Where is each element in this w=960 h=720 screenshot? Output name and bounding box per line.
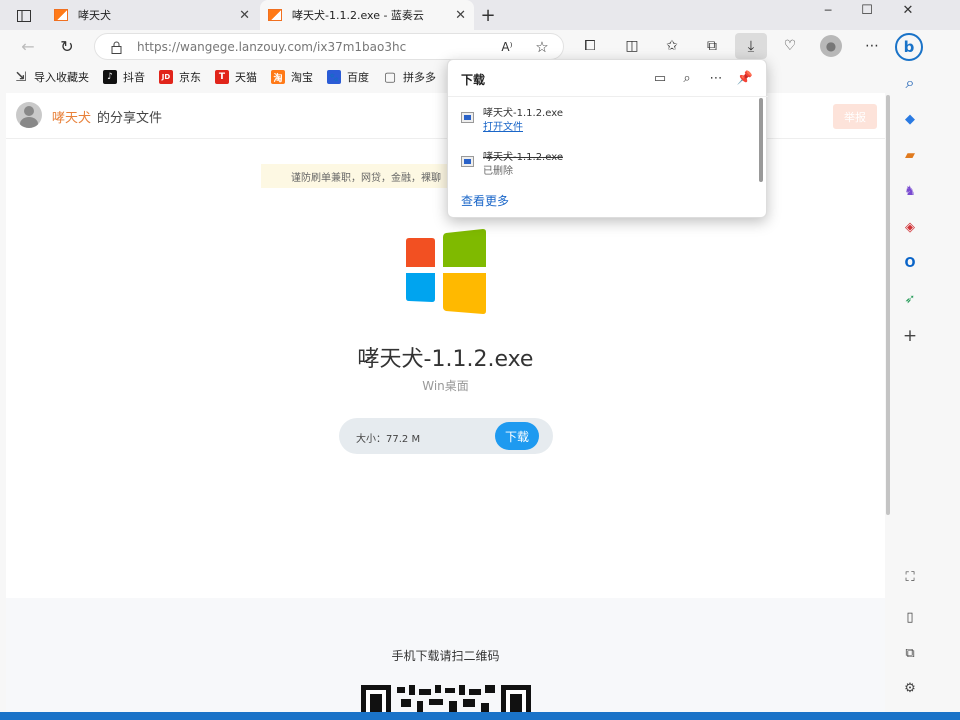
tools-icon[interactable]: ▰	[893, 143, 927, 167]
tab-title: 哮天犬	[78, 9, 111, 22]
search-downloads-icon[interactable]: ⌕	[677, 68, 697, 88]
qr-hint: 手机下载请扫二维码	[391, 649, 500, 663]
baidu-icon: 🐾	[327, 70, 341, 84]
document-icon: ▢	[383, 69, 397, 85]
browser-essentials-icon[interactable]: ♡	[780, 36, 800, 56]
download-item[interactable]: 哮天犬-1.1.2.exe 已删除	[461, 144, 751, 182]
tmall-icon: T	[215, 70, 229, 84]
minimize-icon[interactable]: ─	[818, 2, 838, 18]
favorite-star-icon[interactable]: ☆	[532, 38, 552, 56]
pin-icon[interactable]: 📌	[735, 68, 755, 88]
bookmark-tmall[interactable]: T 天猫	[215, 69, 257, 85]
bookmark-label: 天猫	[235, 71, 257, 84]
settings-icon[interactable]: ⚙	[893, 676, 927, 700]
add-icon[interactable]: +	[893, 324, 927, 348]
tab-2[interactable]: 哮天犬-1.1.2.exe - 蓝奏云 ✕	[260, 0, 474, 30]
extensions-icon[interactable]: ⧠	[580, 36, 600, 56]
taobao-icon: 淘	[271, 70, 285, 84]
qr-section: 手机下载请扫二维码	[6, 598, 885, 712]
exe-file-icon	[461, 156, 474, 167]
tab-bar: 哮天犬 ✕ 哮天犬-1.1.2.exe - 蓝奏云 ✕ + ─ ☐ ✕	[0, 0, 960, 30]
bookmark-taobao[interactable]: 淘淘宝	[271, 69, 313, 85]
screenshot-icon[interactable]: ⛶	[893, 565, 927, 589]
address-bar[interactable]: https://wangege.lanzouy.com/ix37m1bao3hc…	[94, 33, 564, 60]
downloads-panel: 下载 ▭ ⌕ ⋯ 📌 哮天犬-1.1.2.exe 打开文件 哮天犬-1.1.2.…	[447, 59, 768, 218]
shopping-tag-icon[interactable]: ◆	[893, 107, 927, 131]
file-size: 大小：77.2 M	[356, 434, 421, 445]
search-icon[interactable]: ⌕	[893, 71, 927, 95]
games-icon[interactable]: ♞	[893, 179, 927, 203]
import-icon: ⇲	[15, 69, 27, 85]
bookmark-import[interactable]: ⇲ 导入收藏夹	[14, 69, 89, 85]
bing-copilot-icon[interactable]: b	[895, 33, 923, 61]
report-button[interactable]: 举报	[833, 104, 877, 129]
download-file-name: 哮天犬-1.1.2.exe	[483, 108, 563, 119]
scrollbar-thumb[interactable]	[886, 95, 890, 515]
read-aloud-icon[interactable]: A⁾	[497, 38, 517, 56]
qr-code	[361, 685, 531, 712]
outlook-icon[interactable]: O	[893, 251, 927, 275]
download-bar: 大小：77.2 M 下载	[339, 418, 553, 454]
close-tab-icon[interactable]: ✕	[455, 8, 466, 23]
bookmark-label: 百度	[347, 71, 369, 84]
url-text[interactable]: https://wangege.lanzouy.com/ix37m1bao3hc	[137, 40, 406, 54]
file-name: 哮天犬-1.1.2.exe	[357, 347, 534, 372]
divider	[448, 96, 768, 97]
tab-actions-icon[interactable]	[14, 7, 34, 25]
open-folder-icon[interactable]: ▭	[650, 68, 670, 88]
deleted-status: 已删除	[483, 166, 513, 177]
favorites-icon[interactable]: ✩	[662, 36, 682, 56]
bookmark-label: 导入收藏夹	[34, 71, 89, 84]
douyin-icon: ♪	[103, 70, 117, 84]
download-item[interactable]: 哮天犬-1.1.2.exe 打开文件	[461, 100, 751, 138]
split-view-icon[interactable]: ▯	[893, 605, 927, 629]
tab-1[interactable]: 哮天犬 ✕	[46, 0, 258, 30]
back-icon[interactable]: ←	[18, 36, 38, 56]
bookmark-baidu[interactable]: 🐾 百度	[327, 69, 369, 85]
address-toolbar: ← ↻ https://wangege.lanzouy.com/ix37m1ba…	[0, 30, 960, 62]
lanzou-favicon-icon	[268, 9, 282, 21]
collections-icon[interactable]: ⧉	[702, 36, 722, 56]
owner-suffix: 的分享文件	[97, 111, 163, 126]
close-tab-icon[interactable]: ✕	[239, 8, 250, 23]
send-icon[interactable]: ➶	[893, 287, 927, 311]
page-scrollbar[interactable]	[885, 93, 893, 712]
close-window-icon[interactable]: ✕	[898, 2, 918, 18]
split-screen-icon[interactable]: ◫	[622, 36, 642, 56]
more-options-icon[interactable]: ⋯	[706, 68, 726, 88]
download-file-name: 哮天犬-1.1.2.exe	[483, 152, 563, 163]
jd-icon: JD	[159, 70, 173, 84]
profile-avatar-icon[interactable]: ●	[820, 35, 842, 57]
bookmark-label: 淘宝	[291, 71, 313, 84]
browser-window: 哮天犬 ✕ 哮天犬-1.1.2.exe - 蓝奏云 ✕ + ─ ☐ ✕ ← ↻ …	[0, 0, 960, 712]
exe-file-icon	[461, 112, 474, 123]
lock-icon[interactable]	[109, 39, 123, 55]
file-category: Win桌面	[422, 379, 469, 393]
bookmark-pinduoduo[interactable]: ▢ 拼多多	[383, 69, 436, 85]
lanzou-favicon-icon	[54, 9, 68, 21]
download-button[interactable]: 下载	[495, 422, 539, 450]
panel-scrollbar[interactable]	[759, 98, 763, 182]
open-file-link[interactable]: 打开文件	[483, 118, 523, 133]
more-options-icon[interactable]: ⋯	[862, 36, 882, 56]
refresh-icon[interactable]: ↻	[57, 36, 77, 56]
bookmark-douyin[interactable]: ♪ 抖音	[103, 69, 145, 85]
tab-title: 哮天犬-1.1.2.exe - 蓝奏云	[292, 9, 424, 22]
see-more-link[interactable]: 查看更多	[461, 192, 509, 209]
office-icon[interactable]: ◈	[893, 215, 927, 239]
bookmark-label: 拼多多	[403, 71, 436, 84]
owner-name-link[interactable]: 哮天犬	[52, 107, 91, 126]
bookmark-jd[interactable]: JD 京东	[159, 69, 201, 85]
edge-sidebar: ⌕ ◆ ▰ ♞ ◈ O ➶ + ⛶ ▯ ⧉ ⚙	[893, 62, 927, 712]
downloads-icon[interactable]: ⤓	[735, 33, 767, 59]
windows-logo-icon	[406, 229, 486, 314]
downloads-title: 下载	[461, 73, 486, 87]
bookmark-label: 抖音	[123, 71, 145, 84]
bookmark-label: 京东	[179, 71, 201, 84]
new-tab-icon[interactable]: +	[478, 4, 498, 26]
owner-avatar[interactable]	[16, 102, 42, 128]
open-external-icon[interactable]: ⧉	[893, 641, 927, 665]
maximize-icon[interactable]: ☐	[857, 2, 877, 18]
